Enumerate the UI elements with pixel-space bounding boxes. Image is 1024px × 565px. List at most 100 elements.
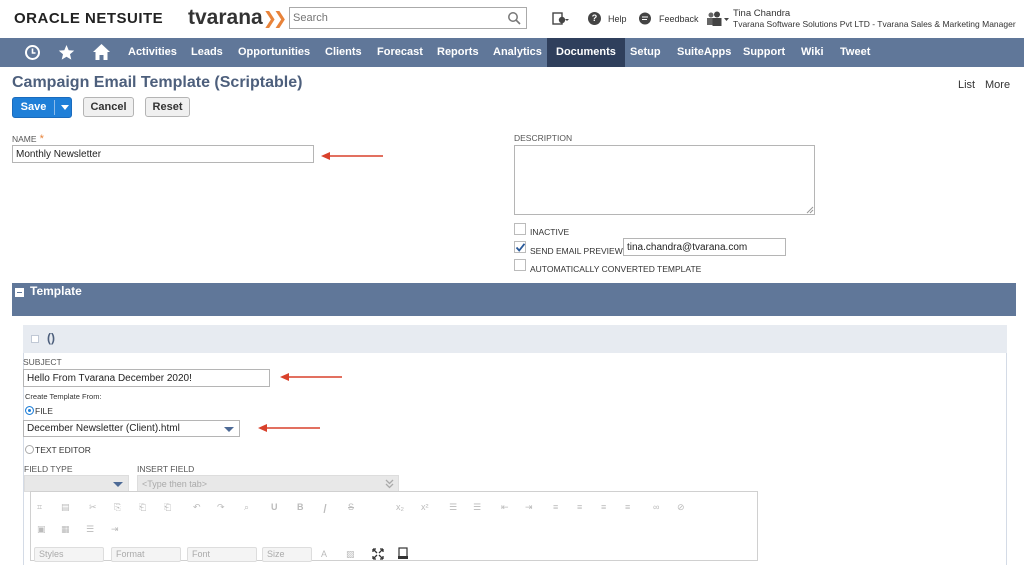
nav-suiteapps[interactable]: SuiteApps <box>677 38 731 67</box>
nav-opportunities[interactable]: Opportunities <box>238 38 310 67</box>
subject-field[interactable]: Hello From Tvarana December 2020! <box>23 369 270 387</box>
file-radio[interactable] <box>25 406 34 415</box>
name-label-text: NAME <box>12 134 37 144</box>
annotation-arrow-icon <box>258 424 320 432</box>
main-navigation: Activities Leads Opportunities Clients F… <box>0 38 1024 67</box>
help-icon[interactable]: ? <box>588 12 601 25</box>
italic-icon: I <box>323 501 327 516</box>
role-menu-icon[interactable] <box>706 11 730 26</box>
nav-activities[interactable]: Activities <box>128 38 177 67</box>
send-preview-checkbox[interactable] <box>514 241 526 253</box>
undo-icon: ↶ <box>193 502 201 512</box>
required-star-icon: * <box>39 133 44 145</box>
nav-forecast[interactable]: Forecast <box>377 38 423 67</box>
link-icon: ∞ <box>653 502 660 512</box>
annotation-arrow-icon <box>280 373 342 381</box>
format-combo-label: Format <box>116 549 145 559</box>
annotation-arrow-icon <box>321 152 383 160</box>
text-editor-radio[interactable] <box>25 445 34 454</box>
paste-text-icon: ⎗ <box>164 502 172 512</box>
save-button-label: Save <box>20 101 47 113</box>
collapse-icon[interactable] <box>31 335 39 343</box>
nav-clients[interactable]: Clients <box>325 38 362 67</box>
source-icon: ⌗ <box>37 502 43 512</box>
top-header: ORACLE NETSUITE tvarana❯❯ ? Help Feedbac… <box>0 0 1024 38</box>
unlink-icon: ⊘ <box>677 502 685 512</box>
description-field[interactable] <box>514 145 815 215</box>
user-name[interactable]: Tina Chandra <box>733 8 790 19</box>
file-option-label: FILE <box>35 406 53 416</box>
name-label: NAME * <box>12 133 44 145</box>
resize-handle-icon[interactable] <box>806 206 814 214</box>
nav-documents[interactable]: Documents <box>547 38 625 67</box>
maximize-icon[interactable] <box>372 548 384 560</box>
list-link[interactable]: List <box>958 79 975 91</box>
nav-reports[interactable]: Reports <box>437 38 479 67</box>
cut-icon: ✂ <box>89 502 97 512</box>
company-logo[interactable]: tvarana❯❯ <box>188 6 287 30</box>
bold-icon: B <box>297 502 304 512</box>
double-chevron-down-icon[interactable] <box>385 479 394 489</box>
text-editor-option-label: TEXT EDITOR <box>35 445 91 455</box>
star-icon[interactable] <box>58 44 75 61</box>
inactive-label: INACTIVE <box>530 227 570 237</box>
save-button[interactable]: Save <box>12 97 72 118</box>
oracle-netsuite-logo[interactable]: ORACLE NETSUITE <box>14 10 163 27</box>
nav-wiki[interactable]: Wiki <box>801 38 824 67</box>
collapse-icon[interactable] <box>15 288 24 297</box>
create-from-label: Create Template From: <box>25 392 102 401</box>
search-icon[interactable] <box>507 11 521 25</box>
help-link[interactable]: Help <box>608 14 627 24</box>
font-combo-label: Font <box>192 549 211 559</box>
template-section-header[interactable]: Template <box>12 283 1016 316</box>
nav-analytics[interactable]: Analytics <box>493 38 542 67</box>
show-blocks-icon[interactable] <box>397 547 409 560</box>
field-type-select[interactable] <box>24 475 129 492</box>
feedback-link[interactable]: Feedback <box>659 14 699 24</box>
strikethrough-icon: S <box>348 502 355 512</box>
nav-setup[interactable]: Setup <box>630 38 661 67</box>
auto-converted-label: AUTOMATICALLY CONVERTED TEMPLATE <box>530 264 702 274</box>
table-icon: ▦ <box>61 524 70 534</box>
search-input[interactable] <box>290 8 500 28</box>
page-title: Campaign Email Template (Scriptable) <box>12 74 303 91</box>
user-role[interactable]: Tvarana Software Solutions Pvt LTD - Tva… <box>733 19 1016 29</box>
description-label: DESCRIPTION <box>514 133 573 143</box>
page-break-icon: ⇥ <box>111 524 119 534</box>
name-field[interactable]: Monthly Newsletter <box>12 145 314 163</box>
recent-history-icon[interactable] <box>24 44 41 61</box>
more-link[interactable]: More <box>985 79 1010 91</box>
chevron-down-icon[interactable] <box>224 427 234 432</box>
font-combo: Font <box>187 547 257 562</box>
auto-converted-checkbox[interactable] <box>514 259 526 271</box>
nav-leads[interactable]: Leads <box>191 38 223 67</box>
feedback-icon[interactable] <box>638 12 652 26</box>
bullet-list-icon: ☰ <box>473 502 482 512</box>
field-type-label: FIELD TYPE <box>24 464 73 474</box>
insert-field-input[interactable]: <Type then tab> <box>137 475 399 492</box>
save-button-divider <box>54 100 55 115</box>
align-justify-icon: ≡ <box>625 502 631 512</box>
template-subsection-header[interactable]: () <box>23 325 1007 353</box>
company-logo-text: tvarana <box>188 6 263 29</box>
file-select[interactable]: December Newsletter (Client).html <box>23 420 240 437</box>
styles-combo-label: Styles <box>39 549 64 559</box>
nav-support[interactable]: Support <box>743 38 785 67</box>
nav-tweet[interactable]: Tweet <box>840 38 870 67</box>
chevron-logo-icon: ❯❯ <box>262 9 287 28</box>
superscript-icon: x² <box>421 502 429 512</box>
chevron-down-icon[interactable] <box>113 482 123 487</box>
reset-button[interactable]: Reset <box>145 97 190 117</box>
recent-records-icon[interactable] <box>552 11 570 27</box>
global-search[interactable] <box>289 7 527 29</box>
text-color-icon: A <box>321 549 328 559</box>
inactive-checkbox[interactable] <box>514 223 526 235</box>
preview-email-field[interactable]: tina.chandra@tvarana.com <box>623 238 786 256</box>
insert-field-placeholder: <Type then tab> <box>142 479 208 489</box>
home-icon[interactable] <box>92 43 111 61</box>
file-select-value: December Newsletter (Client).html <box>27 423 180 434</box>
background-color-icon: ▨ <box>346 549 355 559</box>
size-combo: Size <box>262 547 312 562</box>
cancel-button[interactable]: Cancel <box>83 97 134 117</box>
chevron-down-icon[interactable] <box>61 105 69 110</box>
